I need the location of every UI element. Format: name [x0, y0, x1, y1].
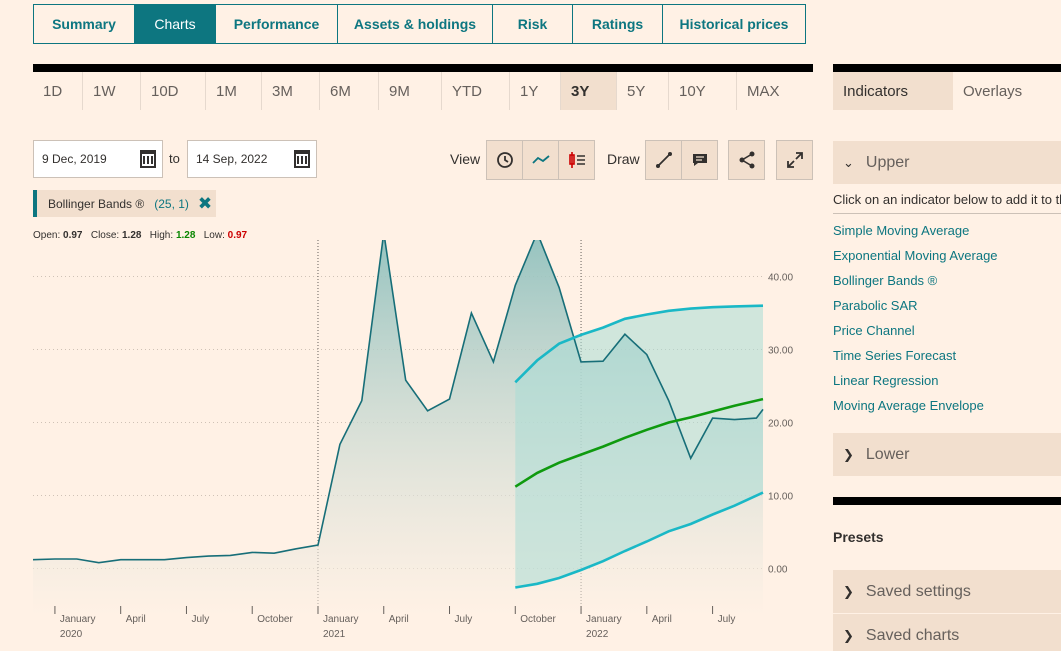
candlestick-icon	[568, 152, 585, 168]
date-to-label: to	[169, 151, 180, 166]
range-9m[interactable]: 9M	[379, 72, 442, 110]
date-from-value: 9 Dec, 2019	[42, 152, 107, 166]
range-1w[interactable]: 1W	[83, 72, 141, 110]
section-lower[interactable]: ❯ Lower	[833, 433, 1061, 476]
indicator-linear-regression[interactable]: Linear Regression	[833, 372, 998, 397]
share-button[interactable]	[728, 140, 765, 180]
indicator-chip-params[interactable]: (25, 1)	[154, 197, 189, 211]
date-to-input[interactable]: 14 Sep, 2022	[187, 140, 317, 178]
range-1y[interactable]: 1Y	[510, 72, 561, 110]
section-saved-charts[interactable]: ❯ Saved charts	[833, 614, 1061, 651]
indicator-list: Simple Moving Average Exponential Moving…	[833, 222, 998, 422]
saved-settings-label: Saved settings	[865, 582, 971, 600]
range-max[interactable]: MAX	[737, 72, 813, 110]
fullscreen-button[interactable]	[776, 140, 813, 180]
x-year-label: 2022	[586, 629, 609, 640]
range-6m[interactable]: 6M	[320, 72, 379, 110]
x-tick-label: April	[389, 614, 409, 625]
y-tick-label: 20.00	[768, 419, 793, 430]
tab-overlays[interactable]: Overlays	[953, 72, 1022, 110]
x-tick-label: January	[586, 614, 622, 625]
draw-line-icon	[655, 152, 672, 168]
chevron-right-icon: ❯	[843, 583, 854, 599]
y-axis: 40.00 30.00 20.00 10.00 0.00	[768, 273, 793, 576]
range-selector: 1D 1W 10D 1M 3M 6M 9M YTD 1Y 3Y 5Y 10Y M…	[33, 64, 813, 110]
section-saved-settings[interactable]: ❯ Saved settings	[833, 570, 1061, 613]
x-year-label: 2021	[323, 629, 346, 640]
x-tick-label: October	[257, 614, 293, 625]
view-label: View	[450, 151, 481, 167]
range-3y[interactable]: 3Y	[561, 72, 617, 110]
chevron-right-icon: ❯	[843, 446, 854, 462]
comment-icon	[692, 154, 707, 166]
view-clock-button[interactable]	[486, 140, 523, 180]
chevron-right-icon: ❯	[843, 627, 854, 643]
tab-indicators[interactable]: Indicators	[833, 72, 953, 110]
tab-risk[interactable]: Risk	[493, 4, 573, 44]
indicator-chip-bollinger: Bollinger Bands ® (25, 1) ✖	[33, 190, 216, 217]
saved-charts-label: Saved charts	[865, 626, 960, 644]
view-line-button[interactable]	[522, 140, 559, 180]
line-chart-icon	[531, 155, 550, 164]
y-tick-label: 10.00	[768, 492, 793, 503]
indicator-ma-envelope[interactable]: Moving Average Envelope	[833, 397, 998, 422]
range-10y[interactable]: 10Y	[669, 72, 737, 110]
date-from-input[interactable]: 9 Dec, 2019	[33, 140, 163, 178]
calendar-icon[interactable]	[294, 150, 310, 168]
calendar-icon[interactable]	[140, 150, 156, 168]
tab-assets-holdings[interactable]: Assets & holdings	[338, 4, 493, 44]
x-tick-label: July	[455, 614, 473, 625]
tab-ratings[interactable]: Ratings	[573, 4, 663, 44]
section-lower-label: Lower	[865, 445, 910, 463]
draw-line-button[interactable]	[645, 140, 682, 180]
range-1m[interactable]: 1M	[206, 72, 262, 110]
range-10d[interactable]: 10D	[141, 72, 206, 110]
x-tick-label: January	[60, 614, 96, 625]
presets-divider	[833, 497, 1061, 505]
x-tick-label: January	[323, 614, 359, 625]
section-upper-label: Upper	[865, 153, 910, 171]
x-year-label: 2020	[60, 629, 83, 640]
tab-historical-prices[interactable]: Historical prices	[663, 4, 806, 44]
tab-charts[interactable]: Charts	[135, 4, 216, 44]
x-tick-label: April	[652, 614, 672, 625]
date-to-value: 14 Sep, 2022	[196, 152, 268, 166]
indicator-ema[interactable]: Exponential Moving Average	[833, 247, 998, 272]
y-tick-label: 0.00	[768, 565, 788, 576]
indicator-bollinger[interactable]: Bollinger Bands ®	[833, 272, 998, 297]
chevron-down-icon: ⌄	[843, 154, 854, 170]
presets-heading: Presets	[833, 529, 884, 545]
x-tick-label: April	[126, 614, 146, 625]
x-tick-label: July	[191, 614, 209, 625]
indicator-hint: Click on an indicator below to add it to…	[833, 192, 1061, 214]
clock-icon	[496, 152, 513, 168]
indicator-price-channel[interactable]: Price Channel	[833, 322, 998, 347]
y-tick-label: 30.00	[768, 346, 793, 357]
share-icon	[739, 151, 754, 169]
x-tick-label: July	[718, 614, 736, 625]
tab-performance[interactable]: Performance	[216, 4, 338, 44]
expand-icon	[786, 152, 803, 168]
section-upper[interactable]: ⌄ Upper	[833, 141, 1061, 184]
tab-summary[interactable]: Summary	[33, 4, 135, 44]
y-tick-label: 40.00	[768, 273, 793, 284]
draw-label: Draw	[607, 151, 640, 167]
price-chart[interactable]: 40.00 30.00 20.00 10.00 0.00 January 2020 Apri…	[33, 240, 803, 651]
range-1d[interactable]: 1D	[33, 72, 83, 110]
remove-indicator-icon[interactable]: ✖	[198, 194, 212, 214]
x-tick-label: October	[520, 614, 556, 625]
indicator-parabolic-sar[interactable]: Parabolic SAR	[833, 297, 998, 322]
range-3m[interactable]: 3M	[262, 72, 320, 110]
indicator-time-series-forecast[interactable]: Time Series Forecast	[833, 347, 998, 372]
range-ytd[interactable]: YTD	[442, 72, 510, 110]
right-panel-tabs: Indicators Overlays	[833, 64, 1061, 110]
indicator-sma[interactable]: Simple Moving Average	[833, 222, 998, 247]
view-candle-button[interactable]	[558, 140, 595, 180]
main-tabs: Summary Charts Performance Assets & hold…	[33, 4, 806, 44]
range-5y[interactable]: 5Y	[617, 72, 669, 110]
indicator-chip-name: Bollinger Bands ®	[48, 196, 145, 211]
annotation-button[interactable]	[681, 140, 718, 180]
